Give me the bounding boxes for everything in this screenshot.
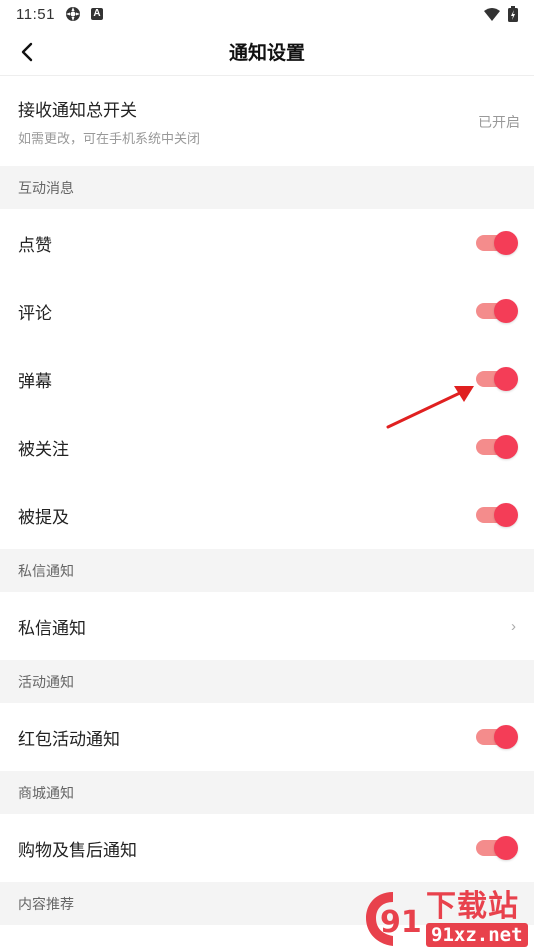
toggle-red-packet[interactable]	[476, 725, 518, 749]
toggle-knob	[494, 503, 518, 527]
settings-icon	[65, 6, 81, 22]
watermark-title: 下载站	[426, 889, 519, 924]
section-header-mall: 商城通知	[0, 771, 534, 814]
master-notification-hint: 如需更改，可在手机系统中关闭	[18, 130, 201, 146]
status-bar: 11:51 A	[0, 0, 534, 28]
setting-label-shopping: 购物及售后通知	[18, 840, 137, 860]
battery-icon	[508, 6, 518, 22]
section-header-activity: 活动通知	[0, 660, 534, 703]
setting-row-like: 点赞	[0, 209, 534, 277]
setting-label-mentioned: 被提及	[18, 507, 69, 527]
toggle-like[interactable]	[476, 231, 518, 255]
toggle-shopping[interactable]	[476, 836, 518, 860]
chevron-left-icon[interactable]	[14, 39, 40, 65]
toggle-danmaku[interactable]	[476, 367, 518, 391]
setting-label-like: 点赞	[18, 235, 52, 255]
toggle-knob	[494, 435, 518, 459]
page-title: 通知设置	[228, 43, 305, 64]
toggle-knob	[494, 231, 518, 255]
toggle-knob	[494, 299, 518, 323]
setting-row-red-packet: 红包活动通知	[0, 703, 534, 771]
master-notification-label: 接收通知总开关	[18, 100, 137, 120]
toggle-knob	[494, 836, 518, 860]
setting-label-comment: 评论	[18, 303, 52, 323]
master-notification-status: 已开启	[478, 114, 520, 130]
a-notification-icon: A	[90, 8, 103, 20]
setting-label-danmaku: 弹幕	[18, 371, 52, 391]
setting-row-followed: 被关注	[0, 413, 534, 481]
watermark: 91 下载站 91xz.net	[362, 888, 534, 950]
toggle-comment[interactable]	[476, 299, 518, 323]
setting-label-red-packet: 红包活动通知	[18, 729, 120, 749]
chevron-right-icon: ›	[511, 617, 516, 635]
status-time: 11:51	[16, 5, 55, 23]
svg-text:91: 91	[380, 905, 422, 940]
master-notification-row[interactable]: 接收通知总开关 如需更改，可在手机系统中关闭 已开启	[0, 76, 534, 166]
setting-row-mentioned: 被提及	[0, 481, 534, 549]
watermark-logo-icon: 91	[366, 892, 422, 946]
nav-bar: 通知设置	[0, 28, 534, 76]
toggle-mentioned[interactable]	[476, 503, 518, 527]
setting-row-comment: 评论	[0, 277, 534, 345]
watermark-url: 91xz.net	[426, 923, 528, 947]
toggle-knob	[494, 725, 518, 749]
setting-row-shopping: 购物及售后通知	[0, 814, 534, 882]
section-header-private: 私信通知	[0, 549, 534, 592]
section-header-interaction: 互动消息	[0, 166, 534, 209]
setting-row-private-message[interactable]: 私信通知 ›	[0, 592, 534, 660]
setting-label-followed: 被关注	[18, 439, 69, 459]
toggle-followed[interactable]	[476, 435, 518, 459]
setting-row-danmaku: 弹幕	[0, 345, 534, 413]
wifi-icon	[484, 7, 500, 21]
toggle-knob	[494, 367, 518, 391]
setting-label-private-message: 私信通知	[18, 618, 86, 638]
